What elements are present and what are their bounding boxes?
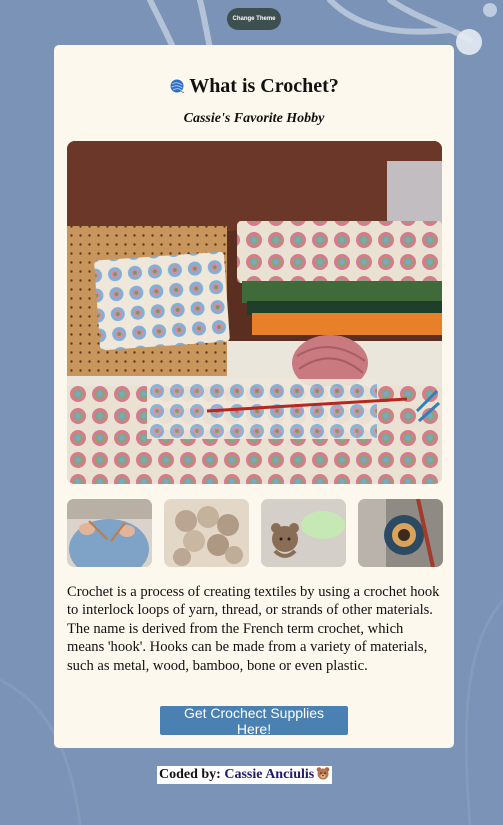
get-supplies-button[interactable]: Get Crochect Supplies Here! xyxy=(160,705,348,737)
thumbnail[interactable] xyxy=(261,499,346,567)
crochet-description: Crochet is a process of creating textile… xyxy=(67,584,440,674)
change-theme-button[interactable]: Change Theme xyxy=(227,8,281,30)
footer-prefix: Coded by: xyxy=(159,767,221,782)
author-link[interactable]: Cassie Anciulis xyxy=(224,767,314,782)
footer-credit: Coded by: Cassie Anciulis xyxy=(157,766,333,784)
bear-face-icon xyxy=(316,767,330,780)
hero-image xyxy=(67,141,442,484)
title-text: What is Crochet? xyxy=(189,75,339,97)
page-title: What is Crochet? xyxy=(54,75,454,98)
crochet-granny-squares-photo xyxy=(67,141,442,484)
crochet-amigurumi-photo xyxy=(261,499,346,567)
bobble-crochet-sweater-photo xyxy=(164,499,249,567)
thumbnail[interactable] xyxy=(164,499,249,567)
thumbnail[interactable] xyxy=(358,499,443,567)
thumbnail-gallery xyxy=(67,499,443,567)
yarn-ball-icon xyxy=(170,79,185,93)
knitting-person-photo xyxy=(67,499,152,567)
page-subtitle: Cassie's Favorite Hobby xyxy=(183,111,325,126)
thumbnail[interactable] xyxy=(67,499,152,567)
crochet-bag-photo xyxy=(358,499,443,567)
crochet-card: What is Crochet? Cassie's Favorite Hobby xyxy=(54,45,454,748)
